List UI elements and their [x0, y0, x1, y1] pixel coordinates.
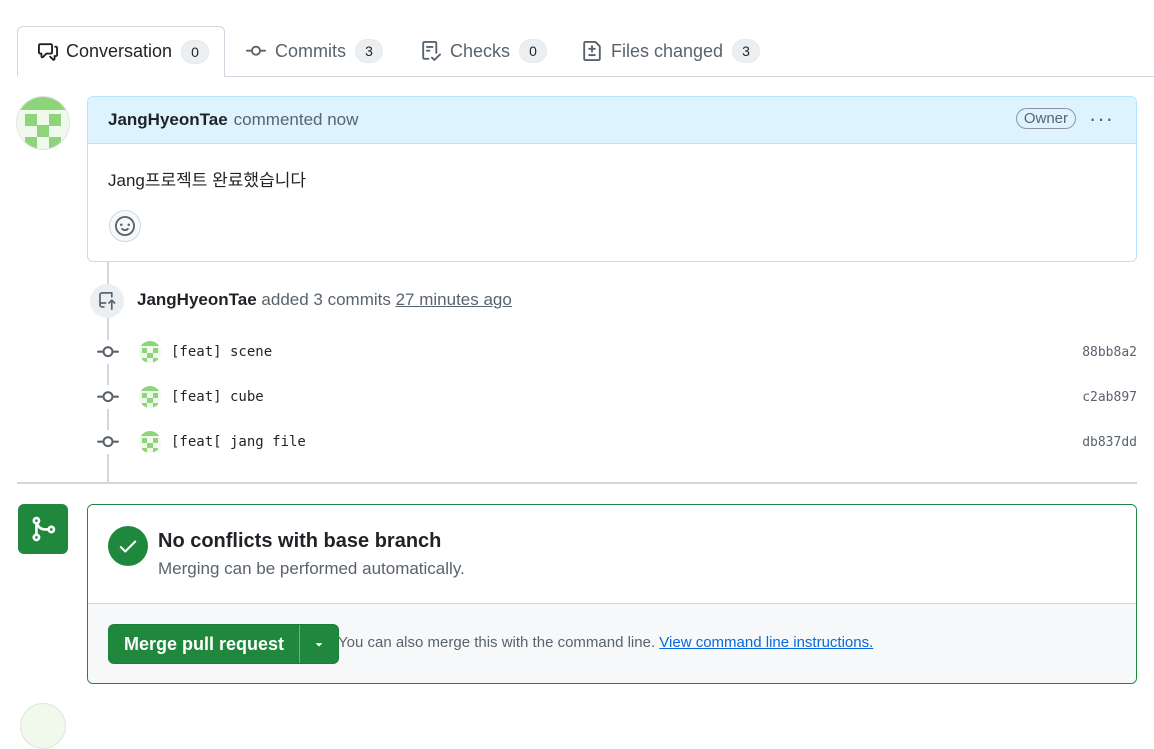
pr-tabs: Conversation 0 Commits 3 Checks 0 Files … — [17, 26, 1154, 77]
tab-label: Checks — [450, 40, 511, 61]
git-commit-icon — [96, 340, 120, 364]
commit-message-link[interactable]: [feat[ jang file — [171, 434, 306, 450]
merge-actions: Merge pull request You can also merge th… — [88, 604, 1136, 683]
tab-files-changed[interactable]: Files changed 3 — [561, 26, 780, 76]
commit-sha-link[interactable]: c2ab897 — [1082, 390, 1137, 405]
tab-counter: 0 — [519, 39, 548, 63]
merge-status: No conflicts with base branch Merging ca… — [88, 505, 1136, 604]
checklist-icon — [420, 40, 442, 62]
tab-counter: 3 — [732, 39, 761, 63]
commit-row: [feat] cube c2ab897 — [96, 385, 1137, 409]
comment-body: Jang프로젝트 완료했습니다 — [108, 171, 306, 190]
tab-commits[interactable]: Commits 3 — [225, 26, 403, 76]
merge-status-title: No conflicts with base branch — [158, 530, 442, 552]
command-line-instructions-link[interactable]: View command line instructions. — [659, 634, 873, 651]
tab-label: Files changed — [611, 40, 724, 61]
git-commit-icon — [96, 430, 120, 454]
merge-pull-request-button[interactable]: Merge pull request — [109, 625, 299, 663]
tab-counter: 0 — [181, 39, 210, 64]
merge-button-group: Merge pull request — [108, 624, 340, 664]
push-event: JangHyeonTae added 3 commits 27 minutes … — [137, 290, 512, 310]
add-reaction-button[interactable] — [109, 210, 141, 242]
owner-badge: Owner — [1015, 108, 1076, 129]
comment-author[interactable]: JangHyeonTae — [108, 110, 228, 130]
git-merge-icon — [18, 504, 68, 554]
triangle-down-icon — [315, 643, 323, 647]
merge-hint-text: You can also merge this with the command… — [338, 634, 656, 651]
file-diff-icon — [581, 40, 603, 62]
commit-row: [feat[ jang file db837dd — [96, 430, 1137, 454]
tab-counter: 3 — [355, 39, 383, 63]
kebab-menu-icon[interactable]: ··· — [1089, 106, 1114, 132]
timeline-divider — [17, 482, 1137, 484]
check-icon — [108, 526, 148, 566]
comment-discussion-icon — [38, 41, 58, 63]
push-text: added 3 commits — [261, 290, 391, 309]
tab-label: Conversation — [66, 41, 173, 61]
merge-options-dropdown[interactable] — [299, 625, 338, 663]
merge-status-subtitle: Merging can be performed automatically. — [158, 559, 465, 578]
comment-header: JangHyeonTae commented now Owner ··· — [88, 97, 1136, 144]
author-avatar[interactable] — [16, 96, 70, 150]
repo-push-icon — [90, 284, 124, 318]
commit-author-avatar[interactable] — [139, 386, 161, 408]
tab-label: Commits — [275, 40, 346, 61]
commit-sha-link[interactable]: db837dd — [1082, 435, 1137, 450]
commit-author-avatar[interactable] — [139, 431, 161, 453]
git-commit-icon — [245, 40, 267, 62]
commit-message-link[interactable]: [feat] scene — [171, 344, 272, 360]
tab-conversation[interactable]: Conversation 0 — [17, 26, 225, 77]
commit-sha-link[interactable]: 88bb8a2 — [1082, 345, 1137, 360]
smiley-icon — [115, 216, 135, 236]
push-time-link[interactable]: 27 minutes ago — [396, 290, 512, 309]
pr-comment: JangHyeonTae commented now Owner ··· Jan… — [87, 96, 1137, 262]
merge-hint: You can also merge this with the command… — [338, 634, 873, 651]
commit-author-avatar[interactable] — [139, 341, 161, 363]
merge-box: No conflicts with base branch Merging ca… — [87, 504, 1137, 684]
commit-row: [feat] scene 88bb8a2 — [96, 340, 1137, 364]
push-author[interactable]: JangHyeonTae — [137, 290, 257, 309]
tab-checks[interactable]: Checks 0 — [400, 26, 567, 76]
commit-message-link[interactable]: [feat] cube — [171, 389, 264, 405]
comment-timestamp: commented now — [233, 110, 359, 129]
git-commit-icon — [96, 385, 120, 409]
